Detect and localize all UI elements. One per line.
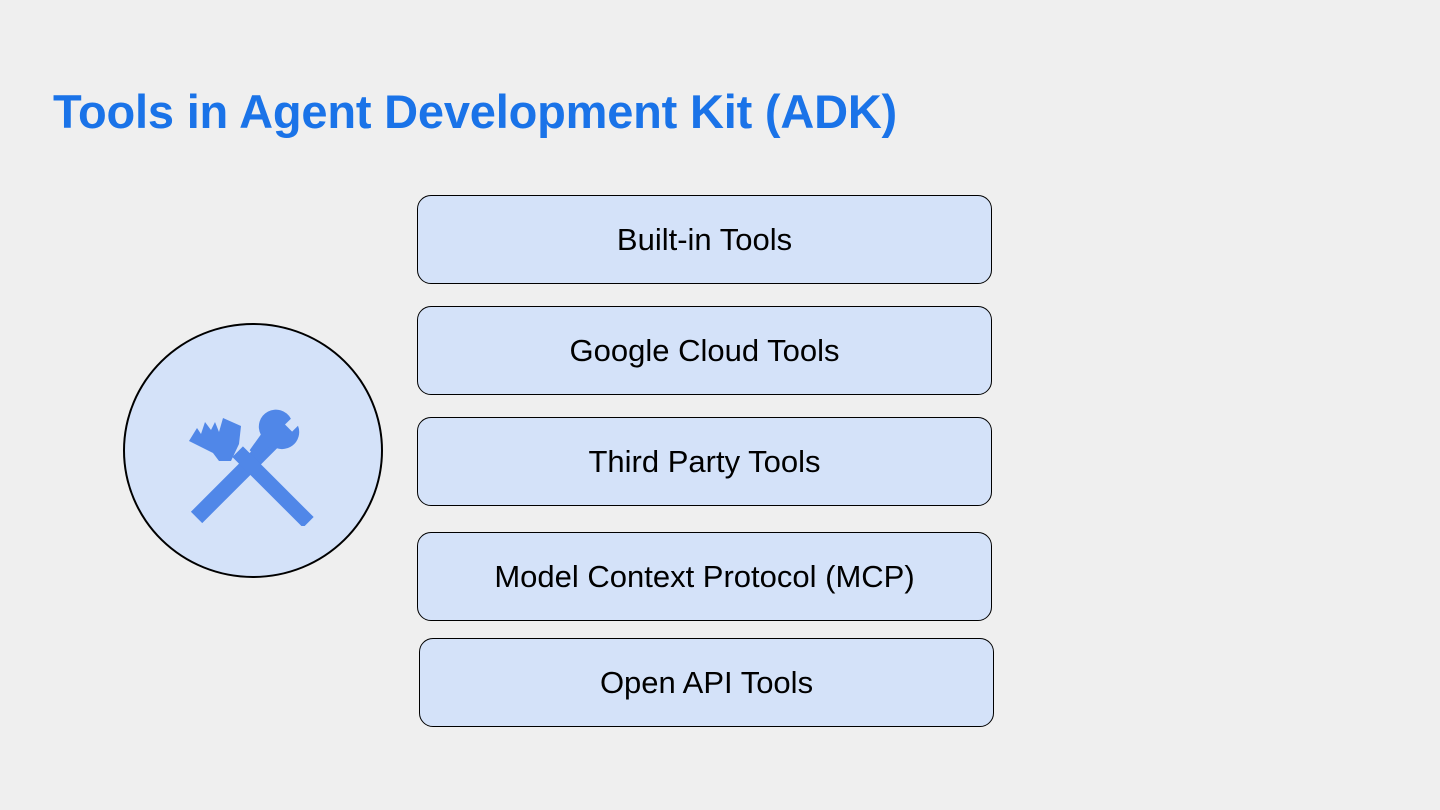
tools-circle: [123, 323, 383, 578]
slide-title: Tools in Agent Development Kit (ADK): [53, 85, 898, 138]
hammer-handle: [232, 446, 314, 526]
tool-box-google-cloud-tools: Google Cloud Tools: [417, 306, 992, 395]
tool-box-open-api-tools: Open API Tools: [419, 638, 994, 727]
tool-box-built-in-tools: Built-in Tools: [417, 195, 992, 284]
hammer-wrench-icon: [189, 409, 314, 526]
hammer-head: [189, 418, 241, 461]
tool-box-third-party-tools: Third Party Tools: [417, 417, 992, 506]
tool-box-model-context-protocol: Model Context Protocol (MCP): [417, 532, 992, 621]
